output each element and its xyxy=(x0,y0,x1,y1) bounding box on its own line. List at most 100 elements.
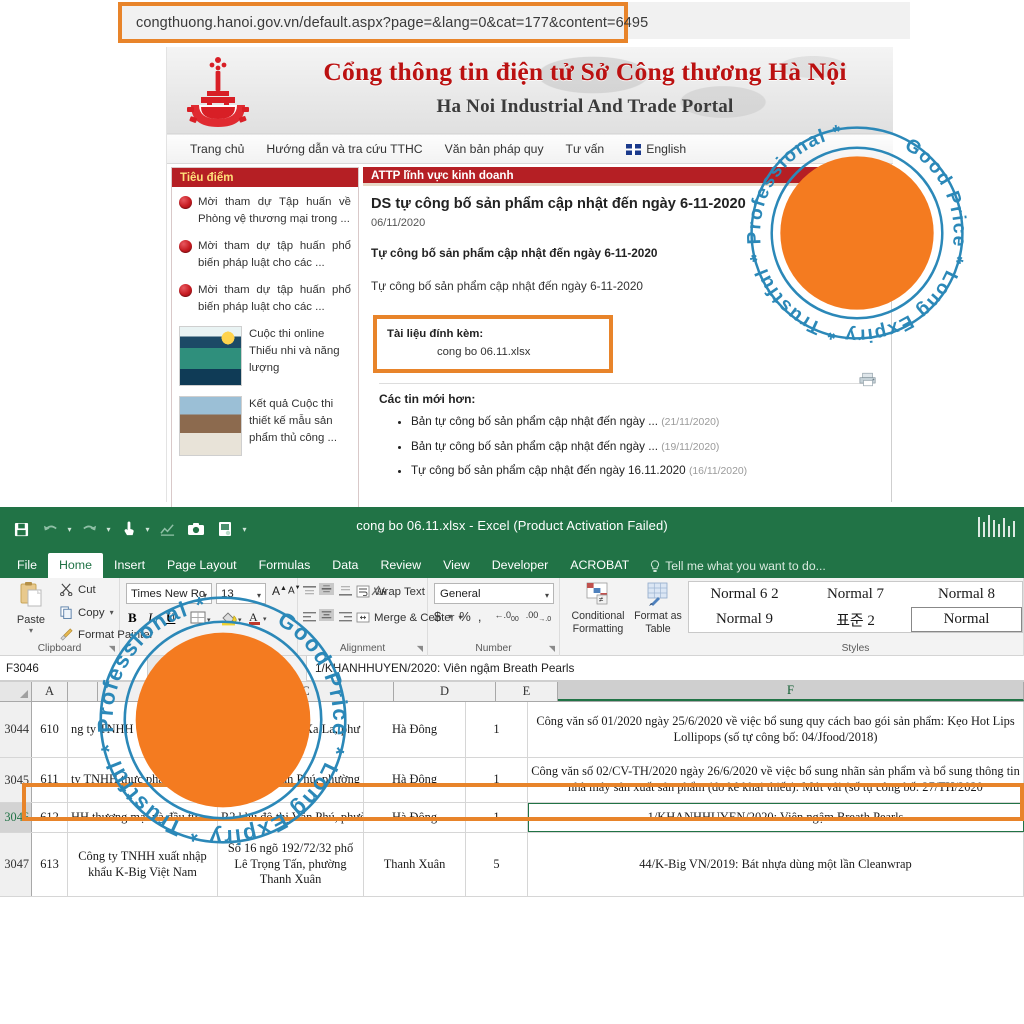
tab-view[interactable]: View xyxy=(432,553,481,578)
cell-c3047[interactable]: Số 16 ngõ 192/72/32 phố Lê Trọng Tấn, ph… xyxy=(218,833,364,896)
underline-button[interactable]: U xyxy=(166,610,175,626)
column-header-c[interactable]: C xyxy=(218,682,394,701)
name-box[interactable]: F3046 xyxy=(0,656,148,681)
cell-e3046[interactable]: 1 xyxy=(466,803,528,832)
cell-f3046-selected[interactable]: 1/KHANHHUYEN/2020: Viên ngậm Breath Pear… xyxy=(528,803,1024,832)
align-center-icon[interactable] xyxy=(319,609,334,621)
alignment-dialog-launcher-icon[interactable]: ◥ xyxy=(417,644,423,653)
tab-acrobat[interactable]: ACROBAT xyxy=(559,553,640,578)
decrease-decimal-button[interactable]: .00→.0 xyxy=(526,610,551,623)
column-header-f[interactable]: F xyxy=(558,682,1024,701)
row-header-3046[interactable]: 3046 xyxy=(0,803,32,832)
align-middle-icon[interactable] xyxy=(319,583,334,595)
tell-me-search[interactable]: Tell me what you want to do... xyxy=(640,554,836,578)
cell-c3045[interactable]: số 38, đường Văn Phú, phường xyxy=(218,758,364,802)
insert-function-icon[interactable]: fx xyxy=(270,656,306,681)
style-normal-6-2[interactable]: Normal 6 2 xyxy=(689,582,800,607)
cell-b3047[interactable]: Công ty TNHH xuất nhập khẩu K-Big Việt N… xyxy=(68,833,218,896)
conditional-formatting-button[interactable]: ≠ Conditional Formatting xyxy=(568,582,628,637)
tab-data[interactable]: Data xyxy=(321,553,369,578)
row-header-3047[interactable]: 3047 xyxy=(0,833,32,896)
currency-button[interactable]: $ xyxy=(434,609,441,624)
bold-button[interactable]: B xyxy=(128,610,137,626)
column-header-d[interactable]: D xyxy=(394,682,496,701)
printer-icon[interactable] xyxy=(859,372,877,387)
orientation-icon[interactable]: ab▾ xyxy=(370,583,388,597)
font-size-combo[interactable]: 13 ▾ xyxy=(216,583,266,604)
tab-review[interactable]: Review xyxy=(369,553,432,578)
cell-e3044[interactable]: 1 xyxy=(466,702,528,757)
cell-b3046[interactable]: HH thương mại và đầu tư xyxy=(68,803,218,832)
cut-button[interactable]: Cut xyxy=(60,583,96,596)
column-header-a2[interactable] xyxy=(68,682,98,701)
list-item[interactable]: Tự công bố sản phẩm cập nhật đến ngày 16… xyxy=(411,463,881,479)
copy-button[interactable]: Copy ▾ xyxy=(60,606,114,619)
style-normal-9[interactable]: Normal 9 xyxy=(689,607,800,632)
align-right-icon[interactable] xyxy=(338,611,353,623)
nav-item-guidance[interactable]: Hướng dẫn và tra cứu TTHC xyxy=(255,142,433,156)
align-top-icon[interactable] xyxy=(302,585,317,597)
increase-font-size-button[interactable]: A▲ xyxy=(272,584,287,598)
style-normal-selected[interactable]: Normal xyxy=(911,607,1022,632)
nav-item-consulting[interactable]: Tư vấn xyxy=(555,142,616,156)
italic-button[interactable]: I xyxy=(148,610,152,626)
comma-style-button[interactable]: , xyxy=(478,609,482,624)
font-name-combo[interactable]: Times New Ro ▾ xyxy=(126,583,212,604)
cell-e3045[interactable]: 1 xyxy=(466,758,528,802)
select-all-corner[interactable] xyxy=(0,682,32,701)
url-bar[interactable]: congthuong.hanoi.gov.vn/default.aspx?pag… xyxy=(118,2,648,43)
tab-formulas[interactable]: Formulas xyxy=(248,553,322,578)
tab-page-layout[interactable]: Page Layout xyxy=(156,553,248,578)
clipboard-dialog-launcher-icon[interactable]: ◥ xyxy=(109,644,115,653)
cell-e3047[interactable]: 5 xyxy=(466,833,528,896)
chevron-down-icon[interactable]: ▾ xyxy=(545,591,549,600)
row-header-3045[interactable]: 3045 xyxy=(0,758,32,802)
cell-f3047[interactable]: 44/K-Big VN/2019: Bát nhựa dùng một lần … xyxy=(528,833,1024,896)
column-header-e[interactable]: E xyxy=(496,682,558,701)
list-item[interactable]: Mời tham dự Tập huấn về Phòng vệ thương … xyxy=(179,194,351,227)
cell-a3045[interactable]: 611 xyxy=(32,758,68,802)
list-item[interactable]: Cuộc thi online Thiếu nhi và năng lượng xyxy=(179,326,351,387)
borders-button[interactable]: ▾ xyxy=(190,611,212,630)
align-bottom-icon[interactable] xyxy=(338,585,353,597)
style-normal-8[interactable]: Normal 8 xyxy=(911,582,1022,607)
format-as-table-button[interactable]: Format as Table xyxy=(632,582,684,637)
nav-item-home[interactable]: Trang chủ xyxy=(179,142,255,156)
list-item[interactable]: Mời tham dự tập huấn phổ biến pháp luật … xyxy=(179,238,351,271)
chevron-down-icon[interactable]: ▾ xyxy=(448,612,452,621)
chevron-down-icon[interactable]: ▾ xyxy=(110,608,114,617)
number-dialog-launcher-icon[interactable]: ◥ xyxy=(549,644,555,653)
wrap-text-button[interactable]: Wrap Text xyxy=(356,585,425,598)
cell-b3044[interactable]: ng ty TNHH th xyxy=(68,702,218,757)
cell-a3044[interactable]: 610 xyxy=(32,702,68,757)
formula-input[interactable]: 1/KHANHHUYEN/2020: Viên ngậm Breath Pear… xyxy=(306,656,1024,681)
chevron-down-icon[interactable]: ▾ xyxy=(203,591,207,600)
increase-decimal-button[interactable]: ←.000 xyxy=(494,610,518,623)
align-left-icon[interactable] xyxy=(302,611,317,623)
nav-item-english[interactable]: English xyxy=(615,142,697,156)
chevron-down-icon[interactable]: ▾ xyxy=(5,626,57,635)
paste-button[interactable]: Paste ▾ xyxy=(5,581,57,635)
list-item[interactable]: Bản tự công bố sản phẩm cập nhật đến ngà… xyxy=(411,439,881,455)
cell-a3046[interactable]: 612 xyxy=(32,803,68,832)
tab-home[interactable]: Home xyxy=(47,553,104,578)
row-header-3044[interactable]: 3044 xyxy=(0,702,32,757)
cell-d3045[interactable]: Hà Đông xyxy=(364,758,466,802)
tab-developer[interactable]: Developer xyxy=(481,553,559,578)
cell-d3044[interactable]: Hà Đông xyxy=(364,702,466,757)
cell-d3046[interactable]: Hà Đông xyxy=(364,803,466,832)
chevron-down-icon[interactable]: ▾ xyxy=(257,591,261,600)
list-item[interactable]: Kết quả Cuộc thi thiết kế mẫu sản phẩm t… xyxy=(179,396,351,457)
cell-b3045[interactable]: ty TNHH thực phẩm Tinh xyxy=(68,758,218,802)
cell-f3045[interactable]: Công văn số 02/CV-TH/2020 ngày 26/6/2020… xyxy=(528,758,1024,802)
style-normal-7[interactable]: Normal 7 xyxy=(800,582,911,607)
fill-color-button[interactable]: ▾ xyxy=(220,610,244,631)
style-pyojun-2[interactable]: 표준 2 xyxy=(800,607,911,632)
cell-d3047[interactable]: Thanh Xuân xyxy=(364,833,466,896)
cell-f3044[interactable]: Công văn số 01/2020 ngày 25/6/2020 về vi… xyxy=(528,702,1024,757)
attachment-file-link[interactable]: cong bo 06.11.xlsx xyxy=(437,346,609,358)
number-format-combo[interactable]: General ▾ xyxy=(434,583,554,604)
cell-c3046[interactable]: R2 khu đô thị Văn Phú, phường xyxy=(218,803,364,832)
cell-a3047[interactable]: 613 xyxy=(32,833,68,896)
font-color-button[interactable]: A ▾ xyxy=(248,609,272,632)
